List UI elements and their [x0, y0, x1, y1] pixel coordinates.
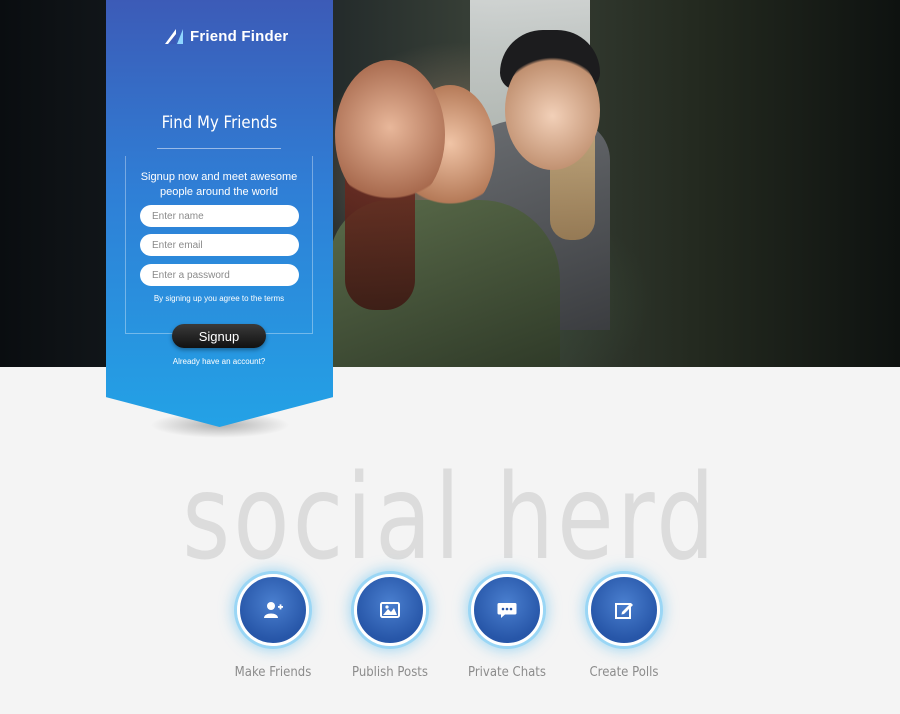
friend-finder-logo-icon [164, 26, 184, 46]
tagline: social herd [182, 448, 718, 586]
add-user-icon[interactable] [237, 574, 309, 646]
email-input[interactable] [140, 234, 299, 256]
feature-create-polls[interactable]: Create Polls [554, 574, 694, 680]
brand-name: Friend Finder [190, 27, 289, 45]
brand[interactable]: Friend Finder [164, 24, 288, 48]
login-link[interactable]: Already have an account? [126, 357, 312, 366]
feature-label: Private Chats [468, 665, 546, 680]
name-input[interactable] [140, 205, 299, 227]
image-icon[interactable] [354, 574, 426, 646]
signup-intro: Signup now and meet awesome people aroun… [140, 171, 298, 198]
feature-label: Create Polls [589, 665, 659, 680]
title-divider [157, 148, 281, 149]
terms-link[interactable]: By signing up you agree to the terms [126, 294, 312, 303]
feature-label: Make Friends [234, 665, 312, 680]
chat-bubble-icon[interactable] [471, 574, 543, 646]
feature-label: Publish Posts [351, 665, 428, 680]
signup-button[interactable]: Signup [172, 324, 266, 348]
edit-icon[interactable] [588, 574, 660, 646]
signup-title: Find My Friends [161, 113, 278, 133]
password-input[interactable] [140, 264, 299, 286]
